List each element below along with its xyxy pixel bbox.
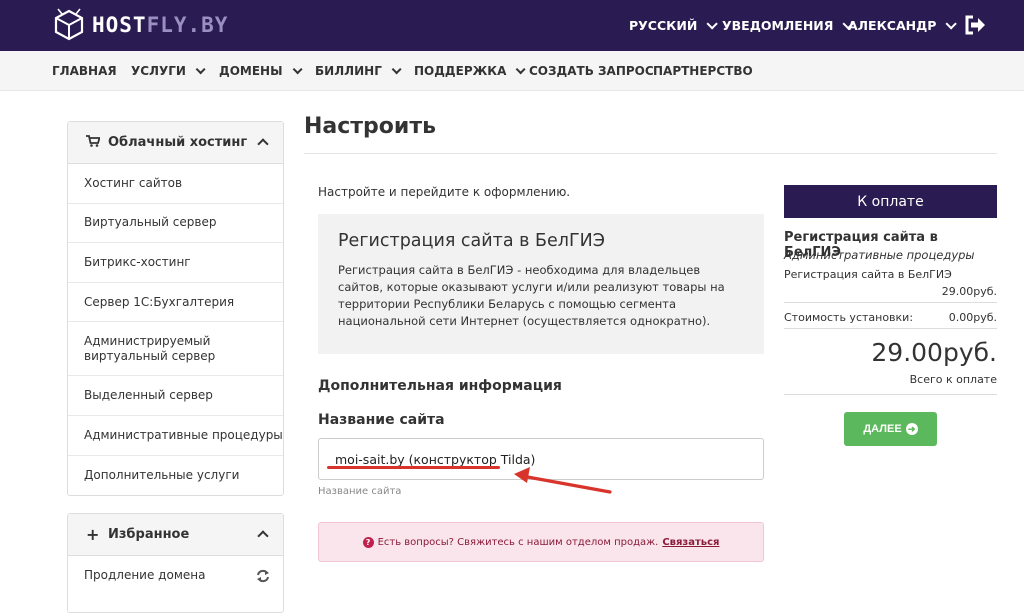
- sidebar-item-hosting[interactable]: Хостинг сайтов: [68, 164, 283, 204]
- sidebar-item-additional[interactable]: Дополнительные услуги: [68, 456, 283, 496]
- annotation-arrow-icon: [514, 467, 612, 494]
- nav-services[interactable]: УСЛУГИ: [131, 51, 206, 91]
- next-button-label: ДАЛЕЕ: [863, 423, 902, 435]
- language-menu[interactable]: РУССКИЙ: [629, 0, 719, 51]
- order-summary: К оплате Регистрация сайта в БелГИЭ Адми…: [784, 185, 997, 395]
- chevron-down-icon: [516, 63, 526, 74]
- sidebar-favorites-title: Избранное: [108, 527, 190, 542]
- sidebar-item-domain-renewal[interactable]: Продление домена: [68, 556, 283, 596]
- user-label: АЛЕКСАНДР: [848, 18, 937, 33]
- site-name-help: Название сайта: [318, 486, 402, 497]
- sales-contact-alert: ? Есть вопросы? Свяжитесь с нашим отдело…: [318, 522, 764, 562]
- contact-link[interactable]: Связаться: [662, 537, 719, 548]
- summary-divider: [784, 302, 997, 303]
- refresh-icon[interactable]: [256, 569, 270, 583]
- page-title: Настроить: [304, 114, 436, 139]
- sidebar-item-admin-procedures[interactable]: Административные процедуры: [68, 416, 283, 456]
- language-label: РУССКИЙ: [629, 18, 698, 33]
- title-divider: [304, 153, 997, 154]
- logout-icon[interactable]: [964, 15, 986, 35]
- next-button[interactable]: ДАЛЕЕ ➜: [844, 412, 937, 446]
- logo[interactable]: HOSTFLY.BY: [52, 6, 228, 44]
- site-name-label: Название сайта: [318, 412, 445, 428]
- summary-setup-value: 0.00руб.: [948, 311, 997, 324]
- summary-line-name: Регистрация сайта в БелГИЭ: [784, 268, 952, 281]
- summary-header: К оплате: [784, 185, 997, 218]
- summary-divider: [784, 328, 997, 329]
- chevron-down-icon: [292, 63, 303, 74]
- notifications-label: УВЕДОМЛЕНИЯ: [722, 18, 834, 33]
- annotation-underline: [327, 466, 500, 469]
- chevron-down-icon: [195, 63, 206, 74]
- sidebar-favorites-header[interactable]: + Избранное: [68, 514, 283, 556]
- sidebar-item-vps[interactable]: Виртуальный сервер: [68, 204, 283, 244]
- summary-group: Административные процедуры: [784, 248, 975, 262]
- sidebar-item-managed-vps[interactable]: Администрируемый виртуальный сервер: [68, 322, 283, 377]
- notifications-menu[interactable]: УВЕДОМЛЕНИЯ: [722, 0, 855, 51]
- chevron-down-icon: [391, 63, 402, 74]
- nav-create-request[interactable]: СОЗДАТЬ ЗАПРОС: [529, 51, 654, 91]
- summary-setup-label: Стоимость установки:: [784, 311, 914, 324]
- nav-domains[interactable]: ДОМЕНЫ: [219, 51, 303, 91]
- product-name: Регистрация сайта в БелГИЭ: [338, 231, 605, 251]
- logo-text: HOSTFLY.BY: [92, 13, 229, 37]
- nav-support[interactable]: ПОДДЕРЖКА: [414, 51, 526, 91]
- sidebar-favorites-panel: + Избранное Продление домена: [67, 513, 284, 613]
- top-bar: HOSTFLY.BY РУССКИЙ УВЕДОМЛЕНИЯ АЛЕКСАНДР: [0, 0, 1024, 51]
- alert-text: Есть вопросы? Свяжитесь с нашим отделом …: [377, 536, 659, 548]
- summary-total: 29.00руб.: [871, 338, 997, 367]
- main-nav: ГЛАВНАЯ УСЛУГИ ДОМЕНЫ БИЛЛИНГ ПОДДЕРЖКА …: [0, 51, 1024, 91]
- logo-cube-icon: [54, 8, 84, 41]
- nav-home[interactable]: ГЛАВНАЯ: [52, 51, 117, 91]
- arrow-right-circle-icon: ➜: [905, 423, 918, 435]
- plus-icon: +: [86, 525, 100, 544]
- sidebar-item-dedicated[interactable]: Выделенный сервер: [68, 376, 283, 416]
- intro-text: Настройте и перейдите к оформлению.: [318, 185, 571, 199]
- additional-info-heading: Дополнительная информация: [318, 378, 562, 394]
- sidebar-item-bitrix[interactable]: Битрикс-хостинг: [68, 243, 283, 283]
- sidebar-item-1c-server[interactable]: Сервер 1С:Бухгалтерия: [68, 283, 283, 323]
- product-description: Регистрация сайта в БелГИЭ - необходима …: [338, 263, 725, 328]
- cart-icon: [86, 134, 101, 151]
- user-menu[interactable]: АЛЕКСАНДР: [848, 0, 958, 51]
- chevron-up-icon[interactable]: [257, 530, 269, 542]
- summary-divider: [784, 394, 997, 395]
- summary-total-label: Всего к оплате: [909, 373, 997, 386]
- summary-line-price: 29.00руб.: [941, 285, 997, 298]
- chevron-down-icon: [706, 17, 719, 30]
- nav-partners[interactable]: ПАРТНЕРСТВО: [653, 51, 753, 91]
- sidebar-cloud-header[interactable]: Облачный хостинг: [68, 122, 283, 164]
- sidebar-cloud-title: Облачный хостинг: [108, 135, 248, 150]
- chevron-up-icon[interactable]: [257, 138, 269, 150]
- question-icon: ?: [362, 536, 374, 548]
- product-info-box: Регистрация сайта в БелГИЭ Регистрация с…: [318, 214, 764, 354]
- nav-billing[interactable]: БИЛЛИНГ: [315, 51, 402, 91]
- chevron-down-icon: [945, 17, 958, 30]
- sidebar-cloud-panel: Облачный хостинг Хостинг сайтов Виртуаль…: [67, 121, 284, 497]
